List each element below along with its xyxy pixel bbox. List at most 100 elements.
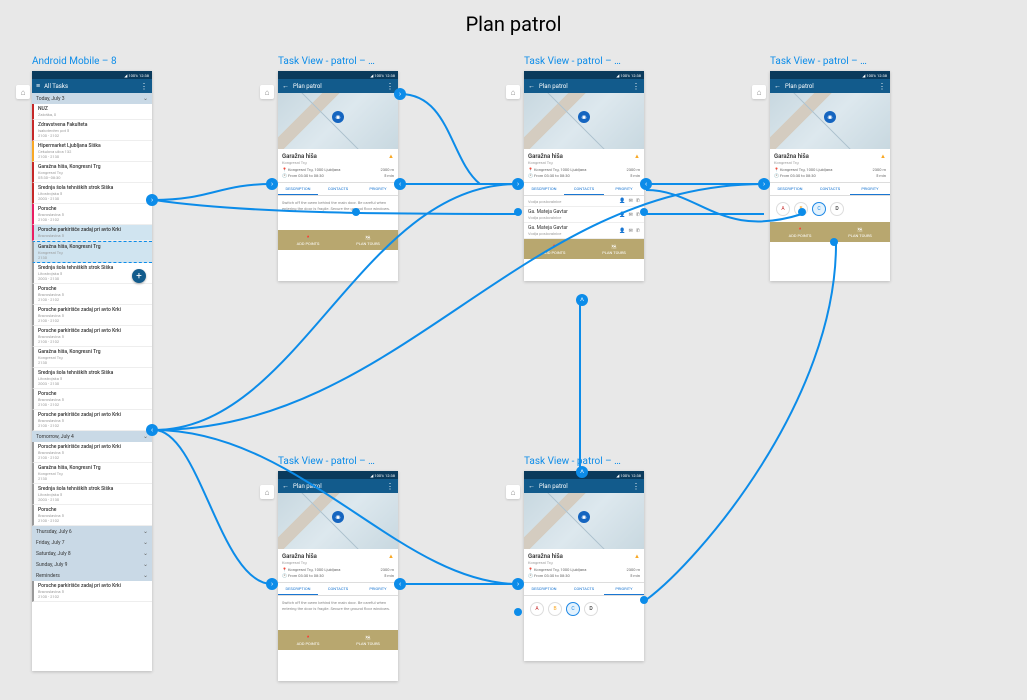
task-item[interactable]: Srednja šola tehniških strok ŠiškaLitost… <box>32 484 152 505</box>
date-header[interactable]: Saturday, July 8⌄ <box>32 548 152 559</box>
task-item[interactable]: Hipermarket Ljubljana ŠiškaCekulova ulic… <box>32 141 152 162</box>
frame-label[interactable]: Task View - patrol – … <box>770 56 890 67</box>
add-points-button[interactable]: 📍ADD POINTS <box>524 239 584 259</box>
flow-node-out[interactable]: ‹ <box>394 178 406 190</box>
phone-icon[interactable]: ✆ <box>636 228 640 234</box>
task-item[interactable]: Garažna hiša, Kongresni TrgKongresni Trg… <box>32 463 152 484</box>
date-header[interactable]: Friday, July 7⌄ <box>32 537 152 548</box>
task-item[interactable]: Porsche parkirišče zadaj pri avto KrkiBr… <box>32 225 152 241</box>
task-item[interactable]: Srednja šola tehniških strok ŠiškaLitost… <box>32 183 152 204</box>
flow-node-out[interactable]: › <box>394 88 406 100</box>
tab-description[interactable]: DESCRIPTION <box>278 183 318 195</box>
overflow-icon[interactable]: ⋮ <box>632 482 640 491</box>
flow-node-in[interactable]: › <box>266 178 278 190</box>
back-icon[interactable]: ← <box>528 482 535 490</box>
priority-a[interactable]: A <box>530 602 544 616</box>
tab-description[interactable]: DESCRIPTION <box>278 583 318 595</box>
back-icon[interactable]: ← <box>282 482 289 490</box>
back-icon[interactable]: ← <box>528 82 535 90</box>
priority-b[interactable]: B <box>548 602 562 616</box>
tab-contacts[interactable]: CONTACTS <box>318 583 358 595</box>
flow-node[interactable] <box>352 208 360 216</box>
flow-node[interactable] <box>514 608 522 616</box>
map-pin-icon[interactable]: ◉ <box>332 111 344 123</box>
tab-priority[interactable]: PRIORITY <box>850 183 890 195</box>
fab-add[interactable]: + <box>132 269 146 283</box>
flow-node-out[interactable]: › <box>146 194 158 206</box>
overflow-icon[interactable]: ⋮ <box>386 482 394 491</box>
flow-node-in[interactable]: › <box>266 578 278 590</box>
contact-row[interactable]: Ga. Mateja GavtarVodja poslovalnice 👤 ✉ … <box>524 207 644 223</box>
task-item[interactable]: NUZZaloška, 0 <box>32 104 152 120</box>
back-icon[interactable]: ← <box>282 82 289 90</box>
phone-icon[interactable]: ✆ <box>636 198 640 204</box>
add-points-button[interactable]: 📍ADD POINTS <box>770 222 830 242</box>
date-header[interactable]: Today, July 3⌄ <box>32 93 152 104</box>
flow-node-out[interactable]: ‹ <box>394 578 406 590</box>
flow-node[interactable] <box>798 208 806 216</box>
date-header[interactable]: Sunday, July 9⌄ <box>32 559 152 570</box>
task-item[interactable]: PorscheBravoslavina 52100 - 2102 <box>32 389 152 410</box>
task-item[interactable]: Porsche parkirišče zadaj pri avto KrkiBr… <box>32 410 152 431</box>
plan-tours-button[interactable]: 🗺PLAN TOURS <box>830 222 890 242</box>
tab-priority[interactable]: PRIORITY <box>604 583 644 595</box>
frame-label[interactable]: Task View - patrol – … <box>278 456 398 467</box>
plan-tours-button[interactable]: 🗺PLAN TOURS <box>338 630 398 650</box>
person-icon[interactable]: 👤 <box>619 212 625 218</box>
task-item[interactable]: Garažna hiša, Kongresni TrgKongresni Trg… <box>32 241 152 263</box>
contact-row[interactable]: Vodja poslovalnice 👤 ✉ ✆ <box>524 196 644 207</box>
priority-d[interactable]: D <box>584 602 598 616</box>
date-header[interactable]: Thursday, July 6⌄ <box>32 526 152 537</box>
message-icon[interactable]: ✉ <box>629 228 633 234</box>
tab-priority[interactable]: PRIORITY <box>604 183 644 195</box>
tab-contacts[interactable]: CONTACTS <box>810 183 850 195</box>
flow-node-out[interactable]: ‹ <box>146 424 158 436</box>
tab-description[interactable]: DESCRIPTION <box>524 583 564 595</box>
tab-contacts[interactable]: CONTACTS <box>564 183 604 195</box>
contact-row[interactable]: Ga. Mateja GavtarVodja poslovalnice 👤 ✉ … <box>524 223 644 239</box>
flow-node-in[interactable]: › <box>512 178 524 190</box>
tab-priority[interactable]: PRIORITY <box>358 583 398 595</box>
overflow-icon[interactable]: ⋮ <box>386 82 394 91</box>
flow-node-in[interactable]: › <box>512 578 524 590</box>
task-item[interactable]: PorscheBravoslavina 52100 - 2102 <box>32 204 152 225</box>
frame-label[interactable]: Android Mobile – 8 <box>32 56 152 67</box>
map-pin-icon[interactable]: ◉ <box>332 511 344 523</box>
frame-label[interactable]: Task View - patrol – … <box>278 56 398 67</box>
task-item[interactable]: Porsche parkirišče zadaj pri avto KrkiBr… <box>32 442 152 463</box>
overflow-icon[interactable]: ⋮ <box>878 82 886 91</box>
flow-node[interactable] <box>514 208 522 216</box>
date-header[interactable]: Tomorrow, July 4⌄ <box>32 431 152 442</box>
task-item[interactable]: PorscheBravoslavina 52100 - 2102 <box>32 284 152 305</box>
flow-node-in[interactable]: › <box>758 178 770 190</box>
flow-node[interactable] <box>830 238 838 246</box>
task-item[interactable]: Zdravstvena FakultetaIsakotevčev pot 521… <box>32 120 152 141</box>
tab-contacts[interactable]: CONTACTS <box>318 183 358 195</box>
flow-node-up[interactable]: ˄ <box>576 466 588 478</box>
plan-tours-button[interactable]: 🗺PLAN TOURS <box>338 230 398 250</box>
tab-description[interactable]: DESCRIPTION <box>524 183 564 195</box>
flow-node[interactable] <box>640 596 648 604</box>
task-item[interactable]: PorscheBravoslavina 52100 - 2102 <box>32 505 152 526</box>
priority-c[interactable]: C <box>812 202 826 216</box>
map-area[interactable]: ◉ <box>524 93 644 149</box>
priority-d[interactable]: D <box>830 202 844 216</box>
task-item[interactable]: Garažna hiša, Kongresni TrgKongresni Trg… <box>32 347 152 368</box>
add-points-button[interactable]: 📍ADD POINTS <box>278 630 338 650</box>
map-pin-icon[interactable]: ◉ <box>578 511 590 523</box>
tab-contacts[interactable]: CONTACTS <box>564 583 604 595</box>
overflow-icon[interactable]: ⋮ <box>632 82 640 91</box>
map-area[interactable]: ◉ <box>278 93 398 149</box>
task-item[interactable]: Porsche parkirišče zadaj pri avto KrkiBr… <box>32 326 152 347</box>
date-header[interactable]: Reminders⌄ <box>32 570 152 581</box>
task-item[interactable]: Garažna hiša, Kongresni TrgKongresni Trg… <box>32 162 152 183</box>
plan-tours-button[interactable]: 🗺PLAN TOURS <box>584 239 644 259</box>
tab-description[interactable]: DESCRIPTION <box>770 183 810 195</box>
priority-c[interactable]: C <box>566 602 580 616</box>
message-icon[interactable]: ✉ <box>629 212 633 218</box>
map-area[interactable]: ◉ <box>524 493 644 549</box>
frame-label[interactable]: Task View - patrol – … <box>524 56 644 67</box>
map-area[interactable]: ◉ <box>278 493 398 549</box>
task-item[interactable]: Porsche parkirišče zadaj pri avto KrkiBr… <box>32 305 152 326</box>
back-icon[interactable]: ← <box>774 82 781 90</box>
